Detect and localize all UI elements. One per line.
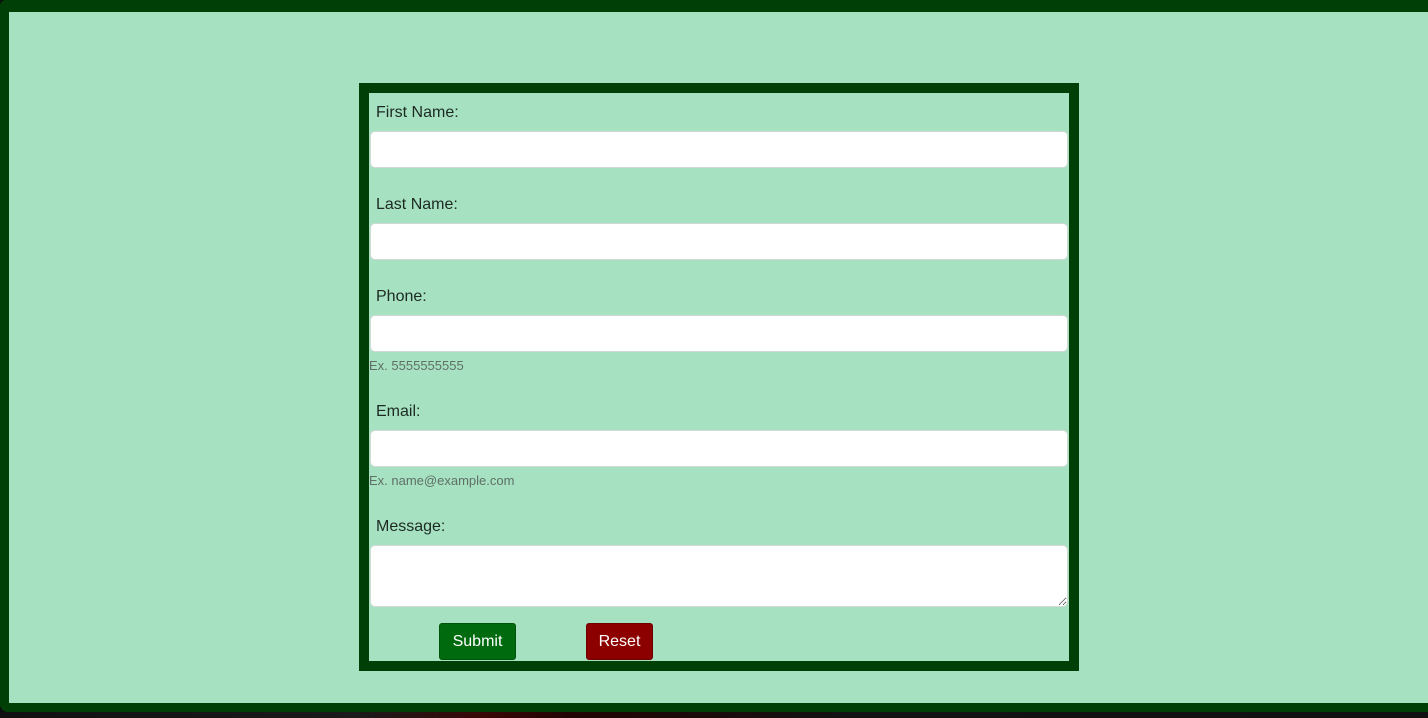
reset-button[interactable]: Reset xyxy=(586,623,653,660)
phone-input[interactable] xyxy=(370,315,1068,352)
window-bottom-edge xyxy=(0,712,1428,718)
last-name-label: Last Name: xyxy=(376,196,458,213)
phone-help-text: Ex. 5555555555 xyxy=(369,358,464,373)
first-name-label: First Name: xyxy=(376,104,459,121)
email-label: Email: xyxy=(376,403,421,420)
phone-label: Phone: xyxy=(376,288,427,305)
email-help-text: Ex. name@example.com xyxy=(369,473,515,488)
last-name-input[interactable] xyxy=(370,223,1068,260)
message-label: Message: xyxy=(376,518,446,535)
contact-form: First Name: Last Name: Phone: Ex. 555555… xyxy=(359,83,1079,671)
email-input[interactable] xyxy=(370,430,1068,467)
message-textarea[interactable] xyxy=(370,545,1068,607)
submit-button[interactable]: Submit xyxy=(439,623,516,660)
first-name-input[interactable] xyxy=(370,131,1068,168)
